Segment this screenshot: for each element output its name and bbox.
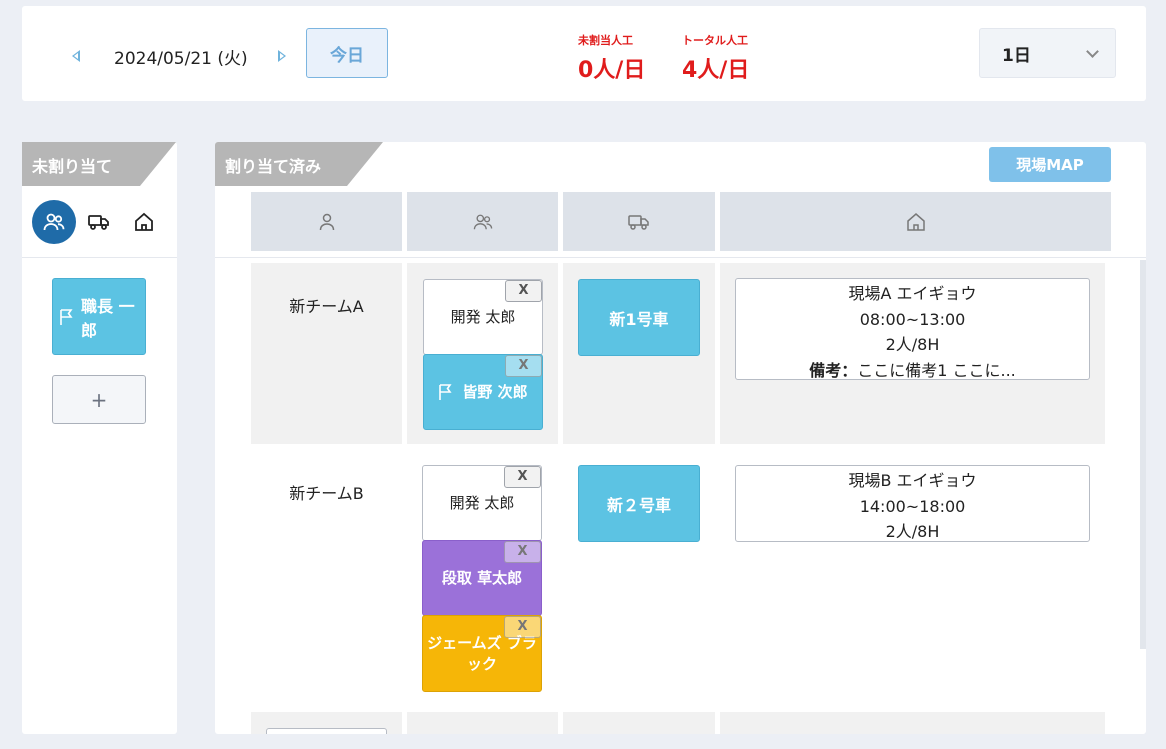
- site-cell: [720, 712, 1105, 734]
- member-card[interactable]: ジェームズ ブラック X: [422, 615, 542, 692]
- site-card[interactable]: 現場B エイギョウ 14:00~18:00 2人/8H: [735, 465, 1090, 542]
- site-workload: 2人/8H: [885, 335, 940, 355]
- member-name: 職長 一郎: [81, 296, 135, 340]
- tab-vehicles[interactable]: [77, 200, 121, 244]
- tab-sites[interactable]: [122, 200, 166, 244]
- member-name: 開発 太郎: [449, 493, 515, 512]
- member-card[interactable]: 皆野 次郎 X: [423, 354, 543, 430]
- note-label: 備考：: [809, 360, 858, 380]
- remove-member-button[interactable]: X: [504, 541, 541, 563]
- column-header-members: [407, 192, 558, 251]
- person-icon: [319, 213, 334, 230]
- unassigned-title: 未割り当て: [22, 142, 176, 186]
- members-cell: 開発 太郎 X 皆野 次郎 X: [407, 263, 558, 444]
- member-card[interactable]: 開発 太郎 X: [423, 279, 543, 355]
- site-map-button[interactable]: 現場MAP: [989, 147, 1111, 182]
- assigned-title: 割り当て済み: [215, 142, 383, 186]
- unassigned-label: 未割当人工: [578, 34, 633, 47]
- member-name: 皆野 次郎: [462, 382, 528, 401]
- people-icon: [43, 213, 65, 231]
- home-icon: [135, 212, 153, 231]
- remove-member-button[interactable]: X: [505, 355, 542, 377]
- period-value: 1日: [1002, 45, 1031, 66]
- unassigned-value: 0人/日: [578, 58, 646, 83]
- remove-member-button[interactable]: X: [504, 466, 541, 488]
- team-name[interactable]: 新チームA: [251, 293, 402, 317]
- home-icon: [906, 212, 925, 231]
- vertical-scrollbar[interactable]: [1140, 260, 1146, 649]
- vehicle-card[interactable]: 新２号車: [578, 465, 700, 542]
- column-header-vehicle: [563, 192, 715, 251]
- remove-member-button[interactable]: X: [504, 616, 541, 638]
- flag-icon: [60, 308, 73, 325]
- column-header-leader: [251, 192, 402, 251]
- header-bar: 2024/05/21 (火) 今日 未割当人工 0人/日 トータル人工 4人/日…: [22, 6, 1146, 101]
- truck-icon: [628, 214, 649, 230]
- chevron-down-icon: [1086, 45, 1099, 58]
- members-cell: [407, 712, 558, 734]
- site-name: 現場B エイギョウ: [848, 471, 977, 490]
- column-header-site: [720, 192, 1111, 251]
- site-workload: 2人/8H: [885, 522, 940, 542]
- team-cell: [251, 712, 402, 734]
- total-value: 4人/日: [682, 58, 750, 83]
- site-cell: 現場A エイギョウ 08:00~13:00 2人/8H 備考：ここに備考1 ここ…: [720, 263, 1105, 444]
- next-day-icon[interactable]: [278, 50, 286, 62]
- note-text: ここに備考1 ここに...: [857, 360, 1016, 380]
- new-team-button[interactable]: [266, 728, 387, 734]
- tab-divider: [22, 257, 177, 258]
- site-time: 14:00~18:00: [859, 496, 966, 516]
- remove-member-button[interactable]: X: [505, 280, 542, 302]
- prev-day-icon[interactable]: [72, 50, 80, 62]
- tab-people[interactable]: [32, 200, 76, 244]
- vehicle-cell: 新1号車: [563, 263, 715, 444]
- current-date: 2024/05/21 (火): [114, 49, 248, 69]
- site-name: 現場A エイギョウ: [848, 284, 977, 303]
- vehicle-card[interactable]: 新1号車: [578, 279, 700, 356]
- member-name: 開発 太郎: [450, 307, 516, 326]
- header-divider: [215, 257, 1146, 258]
- today-button[interactable]: 今日: [306, 28, 388, 78]
- site-time: 08:00~13:00: [859, 309, 966, 329]
- add-button[interactable]: +: [52, 375, 146, 424]
- truck-icon: [88, 215, 109, 230]
- period-select[interactable]: 1日: [979, 28, 1116, 78]
- vehicle-cell: [563, 712, 715, 734]
- member-card[interactable]: 開発 太郎 X: [422, 465, 542, 541]
- assigned-panel: 割り当て済み 現場MAP 新チームA 開発 太郎 X 皆野 次郎 X 新1号車 …: [215, 142, 1146, 734]
- site-card[interactable]: 現場A エイギョウ 08:00~13:00 2人/8H 備考：ここに備考1 ここ…: [735, 278, 1090, 380]
- unassigned-stat: 未割当人工 0人/日: [578, 32, 645, 84]
- flag-icon: [439, 384, 452, 400]
- total-label: トータル人工: [682, 34, 748, 47]
- team-cell: 新チームA: [251, 263, 402, 444]
- member-card[interactable]: 段取 草太郎 X: [422, 540, 542, 616]
- unassigned-member-card[interactable]: 職長 一郎: [52, 278, 146, 355]
- member-name: 段取 草太郎: [441, 568, 523, 587]
- team-name[interactable]: 新チームB: [251, 480, 402, 504]
- unassigned-panel: 未割り当て 職長 一郎 +: [22, 142, 177, 734]
- member-name: ジェームズ ブラック: [427, 633, 537, 673]
- people-icon: [473, 214, 492, 229]
- total-stat: トータル人工 4人/日: [682, 32, 749, 84]
- site-note: 備考：ここに備考1 ここに...: [736, 358, 1089, 384]
